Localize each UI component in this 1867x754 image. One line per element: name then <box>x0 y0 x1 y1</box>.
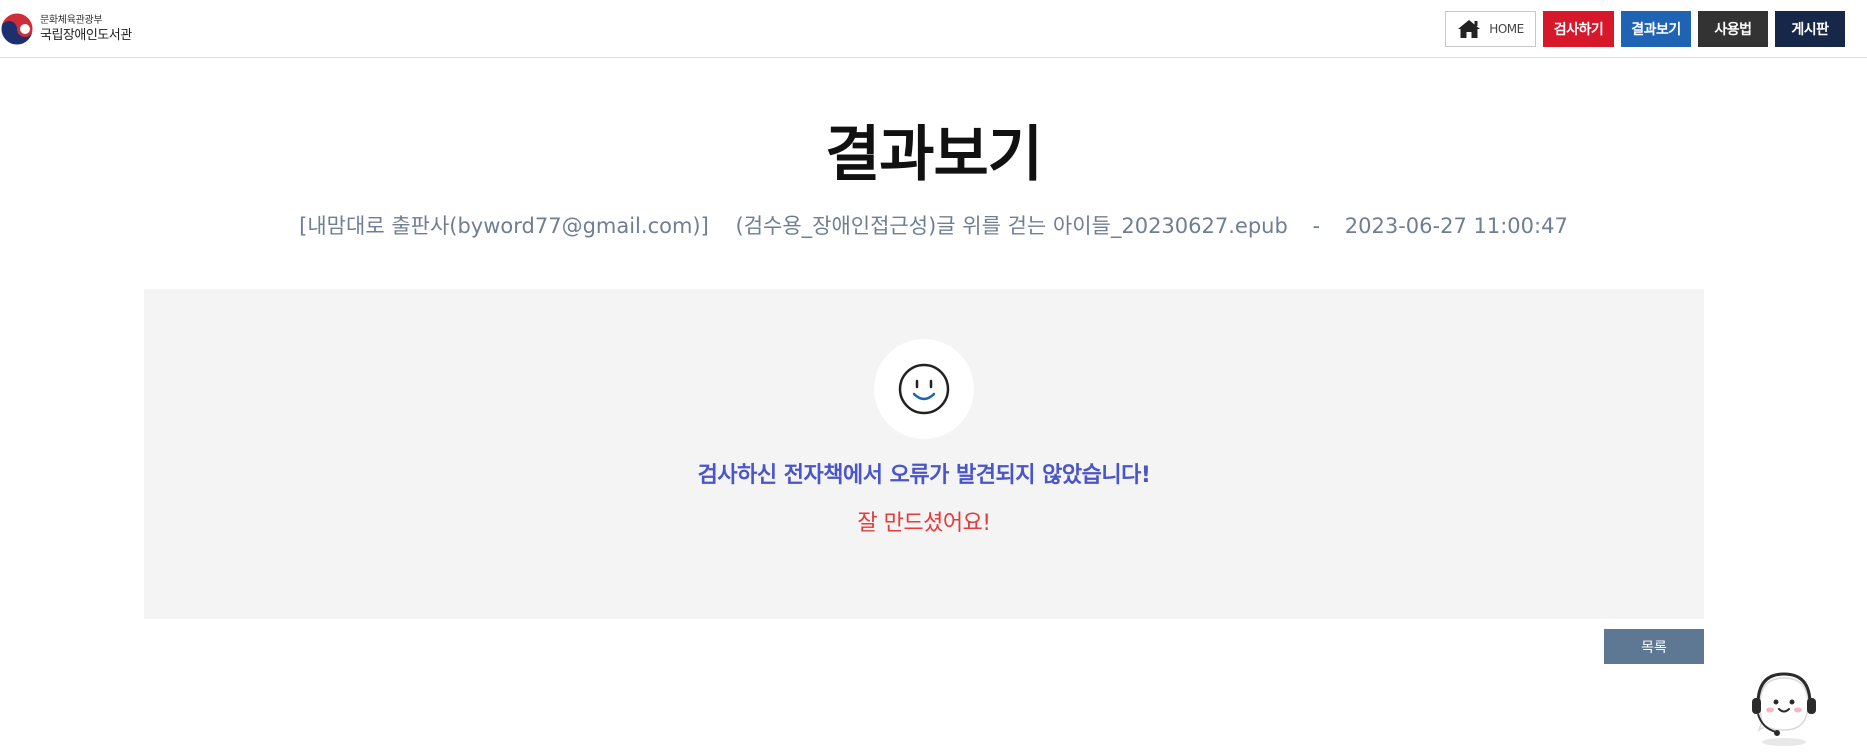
file-name: (검수용_장애인접근성)글 위를 걷는 아이들_20230627.epub <box>735 214 1288 238</box>
usage-button[interactable]: 사용법 <box>1698 11 1768 47</box>
logo-text: 문화체육관광부 국립장애인도서관 <box>40 15 132 43</box>
page-title: 결과보기 <box>825 120 1043 190</box>
taegeuk-emblem-icon <box>0 12 34 46</box>
check-button[interactable]: 검사하기 <box>1543 11 1614 47</box>
smiley-badge <box>874 339 974 439</box>
site-logo[interactable]: 문화체육관광부 국립장애인도서관 <box>0 9 132 49</box>
publisher-info: [내맘대로 출판사(byword77@gmail.com)] <box>299 214 709 238</box>
board-button[interactable]: 게시판 <box>1775 11 1845 47</box>
file-info: [내맘대로 출판사(byword77@gmail.com)] (검수용_장애인접… <box>0 212 1867 240</box>
list-button[interactable]: 목록 <box>1604 629 1704 664</box>
result-message: 검사하신 전자책에서 오류가 발견되지 않았습니다! <box>697 463 1151 488</box>
home-icon <box>1458 20 1481 38</box>
home-label: HOME <box>1489 22 1524 36</box>
logo-ministry: 문화체육관광부 <box>40 15 103 26</box>
result-sub-message: 잘 만드셨어요! <box>857 511 991 536</box>
site-header: 문화체육관광부 국립장애인도서관 HOME 검사하기 결과보기 사용법 게시판 <box>0 0 1867 58</box>
check-datetime: 2023-06-27 11:00:47 <box>1344 214 1568 238</box>
home-button[interactable]: HOME <box>1445 11 1536 47</box>
chatbot-icon[interactable] <box>1742 664 1826 748</box>
info-separator: - <box>1312 214 1321 238</box>
result-button[interactable]: 결과보기 <box>1621 11 1691 47</box>
logo-library: 국립장애인도서관 <box>40 28 132 43</box>
result-panel: 검사하신 전자책에서 오류가 발견되지 않았습니다! 잘 만드셨어요! <box>144 289 1704 619</box>
top-nav: HOME 검사하기 결과보기 사용법 게시판 <box>1445 11 1845 47</box>
smiley-icon <box>898 363 950 415</box>
